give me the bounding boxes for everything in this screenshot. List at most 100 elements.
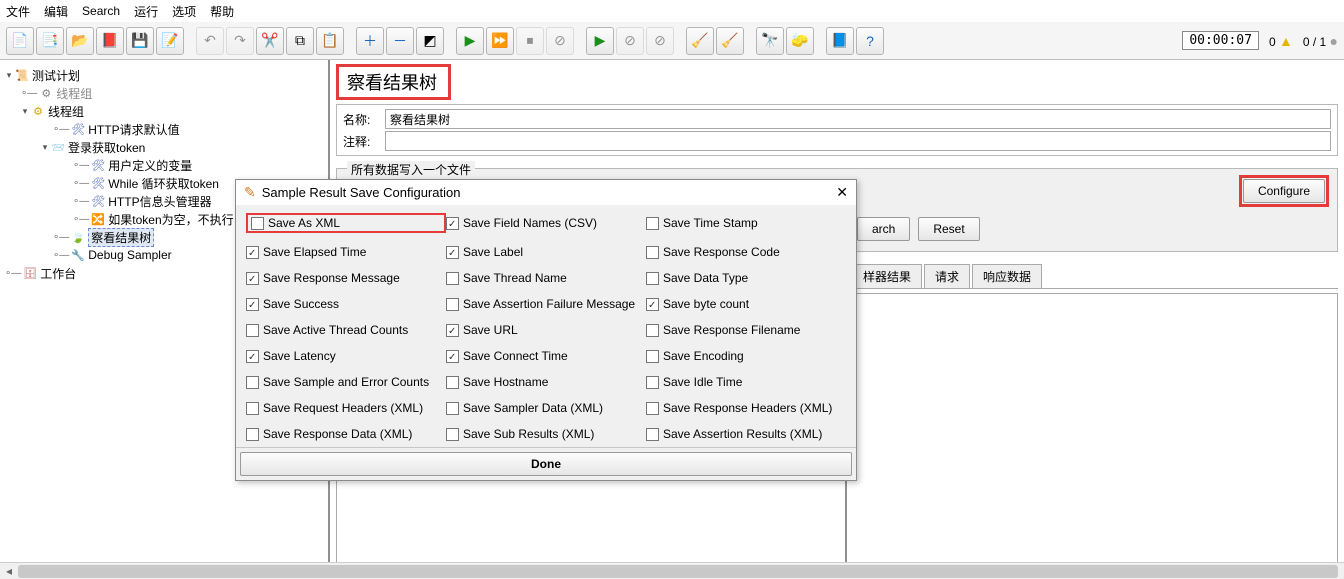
checkbox-icon[interactable] <box>646 402 659 415</box>
save-icon[interactable]: 💾 <box>126 27 154 55</box>
checkbox-icon[interactable] <box>246 324 259 337</box>
remote-shutdown-icon[interactable]: ⊘ <box>646 27 674 55</box>
paste-icon[interactable]: 📋 <box>316 27 344 55</box>
save-option-checkbox[interactable]: Save As XML <box>251 216 340 230</box>
save-option-checkbox[interactable]: Save Active Thread Counts <box>246 323 446 337</box>
save-option-checkbox[interactable]: Save Assertion Failure Message <box>446 297 646 311</box>
save-option-checkbox[interactable]: Save Thread Name <box>446 271 646 285</box>
save-option-checkbox[interactable]: Save Label <box>446 245 646 259</box>
dialog-titlebar[interactable]: ✎ Sample Result Save Configuration ✕ <box>236 180 856 205</box>
search-button[interactable]: arch <box>857 217 910 241</box>
menu-edit[interactable]: 编辑 <box>44 3 68 20</box>
checkbox-icon[interactable] <box>446 298 459 311</box>
save-option-checkbox[interactable]: Save Connect Time <box>446 349 646 363</box>
toggle-icon[interactable]: ▾ <box>20 106 30 117</box>
scroll-left-icon[interactable]: ◂ <box>0 563 18 579</box>
checkbox-icon[interactable] <box>446 428 459 441</box>
checkbox-icon[interactable] <box>646 428 659 441</box>
reset-search-icon[interactable]: 🧽 <box>786 27 814 55</box>
checkbox-icon[interactable] <box>646 272 659 285</box>
checkbox-icon[interactable] <box>446 324 459 337</box>
checkbox-icon[interactable] <box>446 350 459 363</box>
save-option-checkbox[interactable]: Save Request Headers (XML) <box>246 401 446 415</box>
save-option-checkbox[interactable]: Save Time Stamp <box>646 213 846 233</box>
comment-input[interactable] <box>385 131 1331 151</box>
stop-icon[interactable]: ⏹ <box>516 27 544 55</box>
tab-sampler-result[interactable]: 样器结果 <box>852 264 922 288</box>
toggle-icon[interactable]: ▾ <box>4 70 14 81</box>
scroll-thumb[interactable] <box>18 565 1338 578</box>
checkbox-icon[interactable] <box>446 246 459 259</box>
redo-icon[interactable]: ↷ <box>226 27 254 55</box>
menu-options[interactable]: 选项 <box>172 3 196 20</box>
copy-icon[interactable]: ⧉ <box>286 27 314 55</box>
tree-http-defaults[interactable]: ∘— 🛠 HTTP请求默认值 <box>2 120 326 138</box>
save-option-checkbox[interactable]: Save byte count <box>646 297 846 311</box>
checkbox-icon[interactable] <box>446 272 459 285</box>
undo-icon[interactable]: ↶ <box>196 27 224 55</box>
clear-icon[interactable]: 🧹 <box>686 27 714 55</box>
save-option-checkbox[interactable]: Save Assertion Results (XML) <box>646 427 846 441</box>
configure-button[interactable]: Configure <box>1243 179 1325 203</box>
templates-icon[interactable]: 📑 <box>36 27 64 55</box>
collapse-icon[interactable]: － <box>386 27 414 55</box>
shutdown-icon[interactable]: ⊘ <box>546 27 574 55</box>
checkbox-icon[interactable] <box>446 402 459 415</box>
checkbox-icon[interactable] <box>646 324 659 337</box>
checkbox-icon[interactable] <box>246 428 259 441</box>
tree-login[interactable]: ▾ 📨 登录获取token <box>2 138 326 156</box>
remote-start-icon[interactable]: ▶ <box>586 27 614 55</box>
save-option-checkbox[interactable]: Save Response Data (XML) <box>246 427 446 441</box>
checkbox-icon[interactable] <box>246 402 259 415</box>
save-option-checkbox[interactable]: Save Data Type <box>646 271 846 285</box>
save-option-checkbox[interactable]: Save Response Filename <box>646 323 846 337</box>
search-icon[interactable]: 🔭 <box>756 27 784 55</box>
horizontal-scrollbar[interactable]: ◂ ▸ <box>0 562 1344 579</box>
save-option-checkbox[interactable]: Save Sample and Error Counts <box>246 375 446 389</box>
tree-root[interactable]: ▾ 📜 测试计划 <box>2 66 326 84</box>
save-option-checkbox[interactable]: Save Success <box>246 297 446 311</box>
function-helper-icon[interactable]: 📘 <box>826 27 854 55</box>
save-option-checkbox[interactable]: Save Sub Results (XML) <box>446 427 646 441</box>
close-icon[interactable]: ✕ <box>836 184 848 201</box>
checkbox-icon[interactable] <box>646 376 659 389</box>
save-option-checkbox[interactable]: Save Encoding <box>646 349 846 363</box>
remote-stop-icon[interactable]: ⊘ <box>616 27 644 55</box>
results-detail-area[interactable] <box>847 294 1337 574</box>
menu-help[interactable]: 帮助 <box>210 3 234 20</box>
tree-tg-disabled[interactable]: ∘— ⚙ 线程组 <box>2 84 326 102</box>
close-icon[interactable]: 📕 <box>96 27 124 55</box>
checkbox-icon[interactable] <box>246 376 259 389</box>
save-option-checkbox[interactable]: Save Sampler Data (XML) <box>446 401 646 415</box>
checkbox-icon[interactable] <box>446 376 459 389</box>
start-no-timers-icon[interactable]: ⏩ <box>486 27 514 55</box>
checkbox-icon[interactable] <box>251 217 264 230</box>
toggle-icon[interactable]: ◩ <box>416 27 444 55</box>
cut-icon[interactable]: ✂️ <box>256 27 284 55</box>
menu-file[interactable]: 文件 <box>6 3 30 20</box>
expand-icon[interactable]: ＋ <box>356 27 384 55</box>
menu-search[interactable]: Search <box>82 4 120 18</box>
save-option-checkbox[interactable]: Save Response Message <box>246 271 446 285</box>
checkbox-icon[interactable] <box>246 246 259 259</box>
save-option-checkbox[interactable]: Save Hostname <box>446 375 646 389</box>
clear-all-icon[interactable]: 🧹 <box>716 27 744 55</box>
save-as-icon[interactable]: 📝 <box>156 27 184 55</box>
new-icon[interactable]: 📄 <box>6 27 34 55</box>
save-option-checkbox[interactable]: Save Response Code <box>646 245 846 259</box>
done-button[interactable]: Done <box>240 452 852 476</box>
toggle-icon[interactable]: ▾ <box>40 142 50 153</box>
start-icon[interactable]: ▶ <box>456 27 484 55</box>
help-icon[interactable]: ? <box>856 27 884 55</box>
save-option-checkbox[interactable]: Save Elapsed Time <box>246 245 446 259</box>
tab-request[interactable]: 请求 <box>924 264 970 288</box>
open-icon[interactable]: 📂 <box>66 27 94 55</box>
checkbox-icon[interactable] <box>246 272 259 285</box>
checkbox-icon[interactable] <box>646 298 659 311</box>
save-option-checkbox[interactable]: Save Response Headers (XML) <box>646 401 846 415</box>
name-input[interactable] <box>385 109 1331 129</box>
checkbox-icon[interactable] <box>646 350 659 363</box>
tab-response[interactable]: 响应数据 <box>972 264 1042 288</box>
tree-tg[interactable]: ▾ ⚙ 线程组 <box>2 102 326 120</box>
checkbox-icon[interactable] <box>446 217 459 230</box>
